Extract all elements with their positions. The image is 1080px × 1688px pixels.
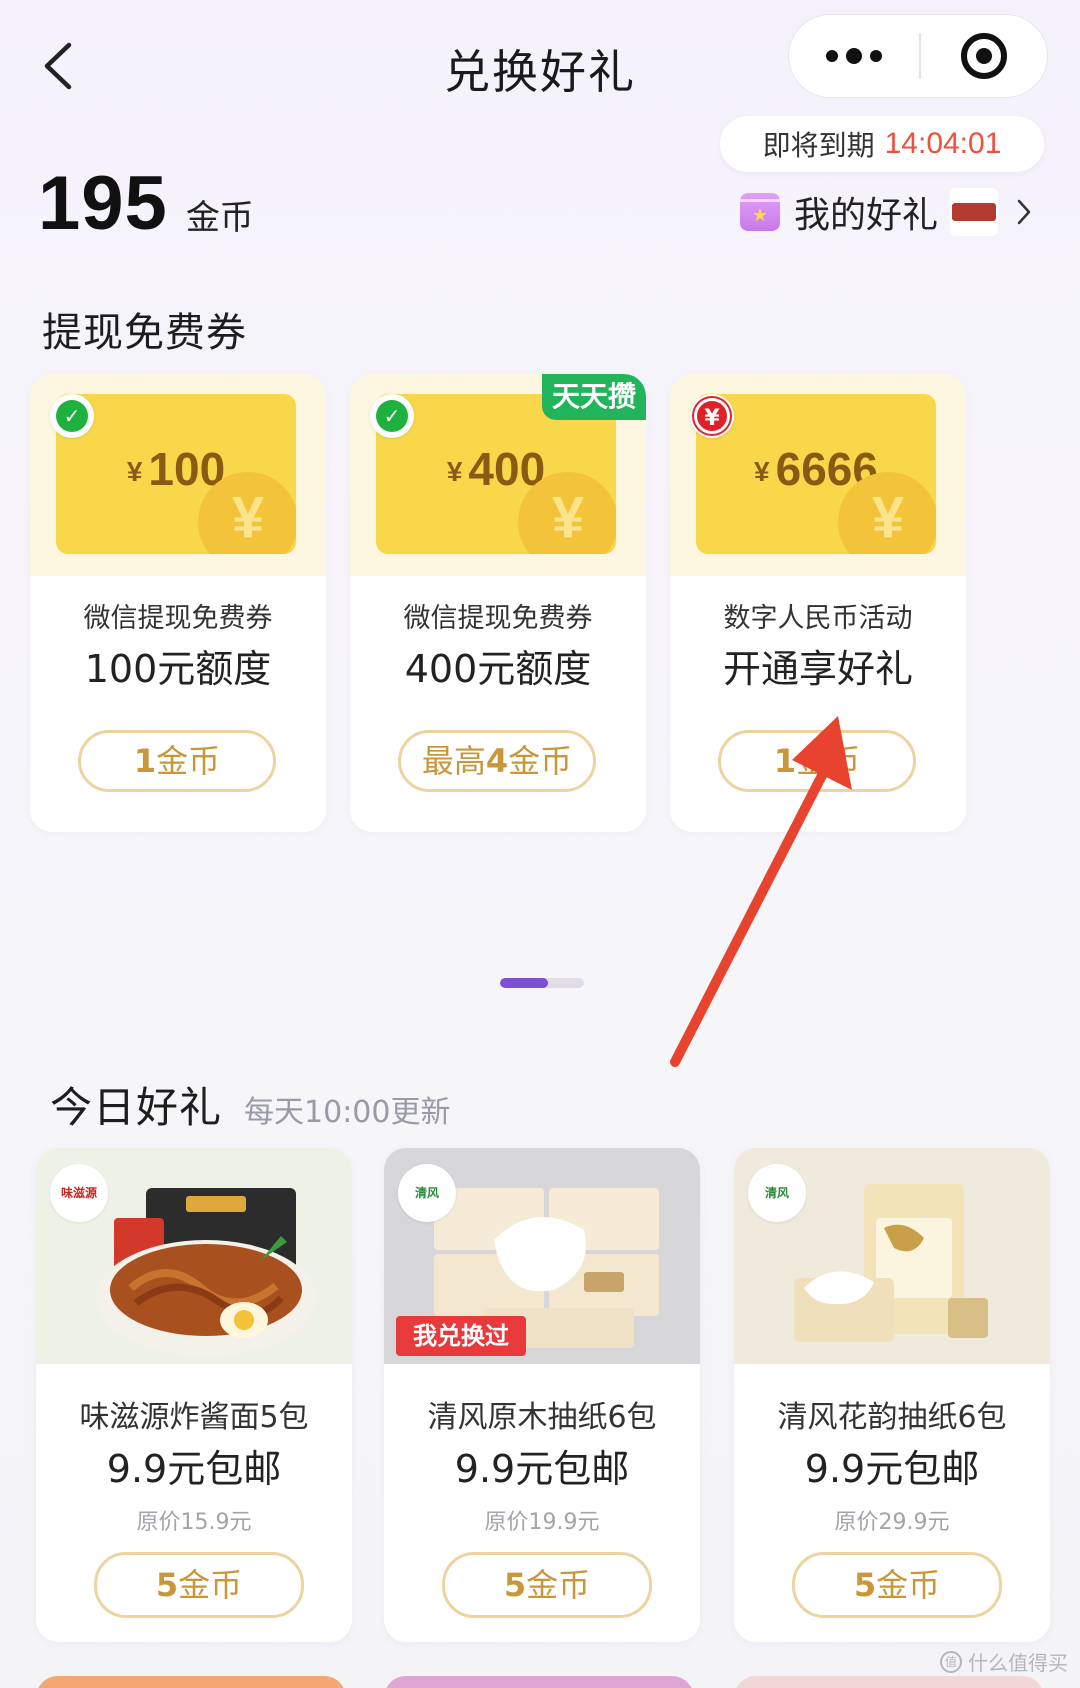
gift-name: 味滋源炸酱面5包 [79,1400,309,1435]
expiry-time: 14:04:01 [884,127,1002,160]
gift-thumbnail [950,188,999,236]
redeemed-tag: 我兑换过 [396,1316,526,1356]
coupon-line2: 400元额度 [404,647,592,691]
more-menu-button[interactable] [789,15,919,97]
expiry-countdown[interactable]: 即将到期 14:04:01 [720,116,1044,172]
watermark-icon: 值 [940,1650,962,1673]
gift-price: 9.9元包邮 [804,1447,980,1491]
brand-logo: 清风 [748,1164,806,1222]
watermark: 值 什么值得买 [940,1647,1068,1676]
gift-name: 清风花韵抽纸6包 [777,1400,1007,1435]
coin-balance: 195 金币 [38,160,254,247]
target-icon [961,33,1007,79]
redeem-coin-button[interactable]: 1金币 [78,730,276,792]
coupon-line1: 微信提现免费券 [403,603,593,634]
coupon-line1: 微信提现免费券 [83,603,273,634]
product-image: 清风 [734,1148,1050,1364]
coupon-card-6666[interactable]: ¥6666 ¥ ¥ 数字人民币活动 开通享好礼 1金币 [670,374,966,832]
today-title: 今日好礼 [50,1083,223,1132]
gift-box-icon [740,193,780,231]
digital-rmb-icon: ¥ [694,398,730,434]
redeem-coin-button[interactable]: 5金币 [94,1552,304,1618]
coin-balance-unit: 金币 [185,198,254,238]
coupon-line2: 100元额度 [84,647,272,691]
redeem-coin-button[interactable]: 5金币 [442,1552,652,1618]
coupon-line2: 开通享好礼 [722,647,913,691]
my-gifts-label: 我的好礼 [794,195,939,236]
mini-program-capsule [788,14,1048,98]
gift-card-tissue-flower[interactable]: 清风 清风花韵抽纸6包 9.9元包邮 原价29.9元 5金币 [734,1148,1050,1642]
carousel-pager[interactable] [500,978,584,988]
gift-original-price: 原价15.9元 [136,1510,252,1535]
brand-logo: 清风 [398,1164,456,1222]
gift-original-price: 原价29.9元 [834,1510,950,1535]
product-image: 清风 我兑换过 [384,1148,700,1364]
gift-card-tissue-log[interactable]: 清风 我兑换过 清风原木抽纸6包 9.9元包邮 原价19.9元 5金币 [384,1148,700,1642]
wechat-icon: ✓ [56,400,88,432]
coupon-line1: 数字人民币活动 [723,603,913,634]
redeem-coin-button[interactable]: 5金币 [792,1552,1002,1618]
coupon-section-title: 提现免费券 [42,310,247,356]
expiry-label: 即将到期 [762,129,875,162]
redeem-coin-button[interactable]: 1金币 [718,730,916,792]
product-image: 味滋源 [36,1148,352,1364]
gift-price: 9.9元包邮 [454,1447,630,1491]
wechat-pay-badge: ✓ [50,394,94,438]
my-gifts-link[interactable]: 我的好礼 [740,184,1032,240]
redeem-coin-button[interactable]: 最高4金币 [398,730,596,792]
next-card-peek [36,1676,346,1688]
today-section-title: 今日好礼 每天10:00更新 [50,1074,450,1135]
gift-name: 清风原木抽纸6包 [427,1400,657,1435]
daily-save-tag: 天天攒 [542,374,646,420]
close-target-button[interactable] [921,33,1047,79]
brand-logo: 味滋源 [50,1164,108,1222]
gift-card-noodles[interactable]: 味滋源 味滋源炸酱面5包 9.9元包邮 原价15.9元 5金币 [36,1148,352,1642]
wechat-icon: ✓ [376,400,408,432]
wechat-pay-badge: ✓ [370,394,414,438]
gift-original-price: 原价19.9元 [484,1510,600,1535]
digital-rmb-badge: ¥ [690,394,734,438]
chevron-right-icon [1017,199,1031,225]
next-card-peek [384,1676,694,1688]
coin-balance-amount: 195 [38,161,168,246]
pager-active-indicator [500,978,548,988]
today-subtitle: 每天10:00更新 [244,1095,451,1130]
next-card-peek [734,1676,1044,1688]
coupon-card-400[interactable]: ¥400 ¥ ✓ 天天攒 微信提现免费券 400元额度 最高4金币 [350,374,646,832]
coupon-card-100[interactable]: ¥100 ¥ ✓ 微信提现免费券 100元额度 1金币 [30,374,326,832]
gift-price: 9.9元包邮 [106,1447,282,1491]
